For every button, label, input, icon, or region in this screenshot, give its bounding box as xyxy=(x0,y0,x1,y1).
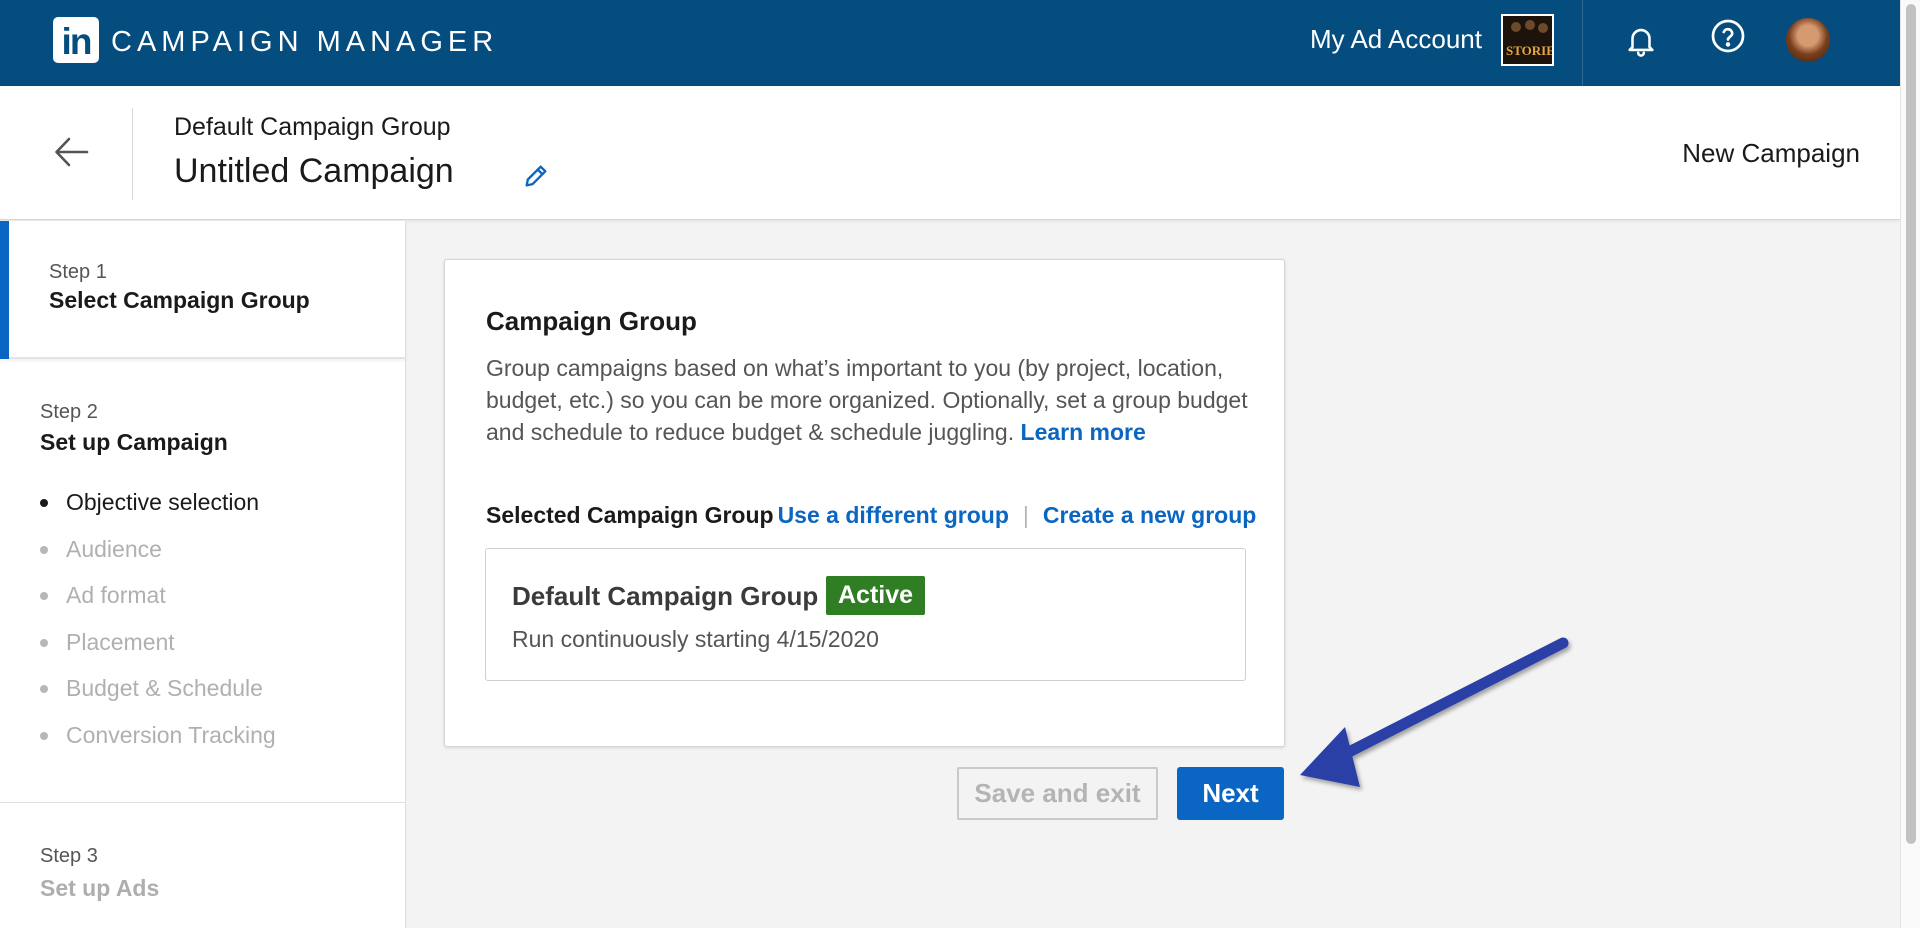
step-2-title[interactable]: Set up Campaign xyxy=(40,429,228,456)
steps-sidebar: Step 1 Select Campaign Group Step 2 Set … xyxy=(0,221,406,928)
step-3-label: Step 3 xyxy=(40,845,98,867)
next-button[interactable]: Next xyxy=(1177,767,1284,820)
step-2-substeps: Objective selection Audience Ad format P… xyxy=(40,489,276,768)
header-group-name: Default Campaign Group xyxy=(174,113,451,141)
top-navigation-bar: in CAMPAIGN MANAGER My Ad Account STORIE… xyxy=(0,0,1900,86)
status-badge: Active xyxy=(826,576,926,615)
account-thumb-text: STORIES xyxy=(1506,43,1552,58)
campaign-group-card: Campaign Group Group campaigns based on … xyxy=(444,259,1285,747)
substep-audience: Audience xyxy=(40,536,276,583)
learn-more-link[interactable]: Learn more xyxy=(1021,419,1146,445)
scrollbar-thumb[interactable] xyxy=(1906,4,1916,844)
link-separator: | xyxy=(1022,502,1029,528)
account-name[interactable]: My Ad Account xyxy=(1310,24,1482,55)
use-different-group-link[interactable]: Use a different group xyxy=(778,502,1009,529)
linkedin-logo[interactable]: in xyxy=(53,17,99,63)
notifications-bell-icon[interactable] xyxy=(1621,20,1661,60)
campaign-header: Default Campaign Group Untitled Campaign… xyxy=(0,86,1900,220)
card-description: Group campaigns based on what’s importan… xyxy=(486,352,1266,448)
page-scrollbar[interactable] xyxy=(1900,0,1920,928)
step-2-label: Step 2 xyxy=(40,401,98,423)
group-schedule: Run continuously starting 4/15/2020 xyxy=(512,626,879,652)
step-1-item[interactable]: Step 1 Select Campaign Group xyxy=(0,221,406,359)
selected-group-box: Default Campaign Group Active Run contin… xyxy=(485,548,1246,681)
selected-group-name: Default Campaign Group xyxy=(512,581,819,611)
topbar-divider xyxy=(1582,0,1583,86)
help-icon[interactable] xyxy=(1708,16,1748,56)
substep-ad-format: Ad format xyxy=(40,582,276,629)
substep-placement: Placement xyxy=(40,629,276,676)
step-3-title: Set up Ads xyxy=(40,875,160,901)
edit-pencil-icon[interactable] xyxy=(522,162,550,190)
selected-group-label: Selected Campaign Group xyxy=(486,502,774,528)
user-avatar[interactable] xyxy=(1786,18,1830,62)
campaign-name-title: Untitled Campaign xyxy=(174,152,454,190)
selected-group-row: Selected Campaign Group Use a different … xyxy=(486,502,1266,529)
substep-objective-selection[interactable]: Objective selection xyxy=(40,489,276,536)
substep-budget-schedule: Budget & Schedule xyxy=(40,675,276,722)
step-1-label: Step 1 xyxy=(49,261,107,283)
card-title: Campaign Group xyxy=(486,306,697,336)
create-new-group-link[interactable]: Create a new group xyxy=(1043,502,1256,529)
active-step-indicator xyxy=(0,221,9,359)
account-thumbnail[interactable]: STORIES xyxy=(1501,14,1554,66)
step-1-title: Select Campaign Group xyxy=(49,287,310,313)
header-divider xyxy=(132,108,133,200)
logo-text: in xyxy=(61,21,93,62)
back-arrow-icon[interactable] xyxy=(52,132,92,172)
save-and-exit-button[interactable]: Save and exit xyxy=(957,767,1158,820)
sidebar-divider xyxy=(0,802,406,803)
new-campaign-label: New Campaign xyxy=(1682,138,1860,168)
substep-conversion-tracking: Conversion Tracking xyxy=(40,722,276,769)
app-title: CAMPAIGN MANAGER xyxy=(111,26,499,58)
